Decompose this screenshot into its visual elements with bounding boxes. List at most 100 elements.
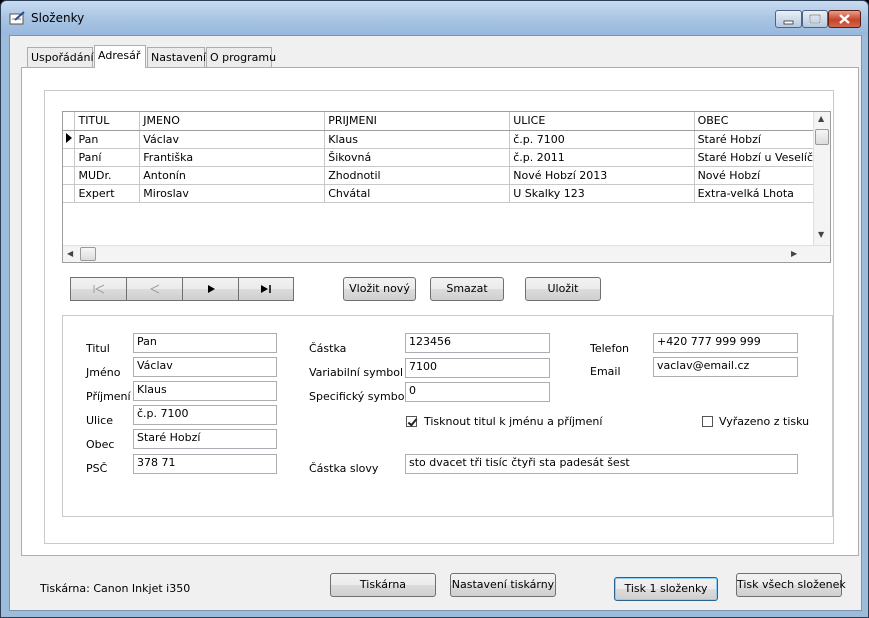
table-row[interactable]: Pan Václav Klaus č.p. 7100 Staré Hobzí: [63, 130, 830, 149]
current-row-arrow-icon: [66, 132, 72, 143]
table-cell[interactable]: Václav: [139, 130, 326, 149]
label-titul: Titul: [86, 342, 110, 355]
scroll-down-icon[interactable]: ▼: [818, 230, 824, 239]
table-cell[interactable]: č.p. 2011: [509, 148, 695, 167]
row-indicator: [63, 166, 76, 185]
insert-new-button[interactable]: Vložit nový: [343, 277, 416, 301]
table-cell[interactable]: Antonín: [139, 166, 326, 185]
table-cell[interactable]: Staré Hobzí u Veselíčka: [694, 148, 830, 167]
table-row[interactable]: Expert Miroslav Chvátal U Skalky 123 Ext…: [63, 184, 830, 203]
close-icon: [839, 14, 850, 24]
table-cell[interactable]: Chvátal: [324, 184, 511, 203]
tab-adresar[interactable]: Adresář: [94, 45, 146, 68]
variabilni-symbol-field[interactable]: 7100: [405, 358, 550, 378]
delete-button[interactable]: Smazat: [430, 277, 504, 301]
jmeno-field[interactable]: Václav: [133, 357, 277, 377]
table-cell[interactable]: Miroslav: [139, 184, 326, 203]
address-grid[interactable]: TITUL JMENO PRIJMENI ULICE OBEC Pan Václ…: [62, 111, 831, 263]
telefon-field[interactable]: +420 777 999 999: [653, 333, 798, 353]
scroll-right-icon[interactable]: ▶: [791, 249, 797, 258]
grid-column-header[interactable]: TITUL: [74, 112, 141, 131]
grid-vertical-scrollbar[interactable]: ▲ ▼: [813, 112, 830, 245]
print-all-button[interactable]: Tisk všech složenek: [736, 573, 846, 597]
printer-settings-button[interactable]: Nastavení tiskárny: [450, 573, 556, 597]
label-castka: Částka: [309, 342, 347, 355]
close-button[interactable]: [828, 10, 861, 28]
table-cell[interactable]: Zhodnotil: [324, 166, 511, 185]
previous-record-icon: [149, 284, 159, 294]
minimize-icon: [783, 20, 794, 25]
print-title-label[interactable]: Tisknout titul k jménu a příjmení: [424, 415, 602, 428]
nav-last-button[interactable]: [238, 277, 294, 301]
label-telefon: Telefon: [590, 342, 630, 355]
print-title-checkbox[interactable]: [406, 416, 417, 427]
first-record-icon: [93, 284, 104, 294]
maximize-icon: [809, 14, 821, 24]
tab-o-programu[interactable]: O programu: [206, 47, 276, 67]
label-psc: PSČ: [86, 462, 108, 475]
vertical-scroll-thumb[interactable]: [815, 129, 829, 145]
scroll-left-icon[interactable]: ◀: [67, 249, 73, 258]
table-cell[interactable]: Klaus: [324, 130, 511, 149]
next-record-icon: [207, 285, 215, 293]
table-cell[interactable]: Nové Hobzí 2013: [509, 166, 695, 185]
table-cell[interactable]: Expert: [74, 184, 141, 203]
castka-field[interactable]: 123456: [405, 333, 550, 353]
email-field[interactable]: vaclav@email.cz: [653, 357, 798, 377]
table-row[interactable]: Paní Františka Šikovná č.p. 2011 Staré H…: [63, 148, 830, 167]
grid-column-header[interactable]: PRIJMENI: [324, 112, 511, 131]
table-row[interactable]: MUDr. Antonín Zhodnotil Nové Hobzí 2013 …: [63, 166, 830, 185]
nav-prev-button[interactable]: [126, 277, 183, 301]
tab-usporadani[interactable]: Uspořádání: [27, 47, 94, 67]
specificky-symbol-field[interactable]: 0: [405, 382, 550, 402]
title-bar[interactable]: Složenky: [1, 1, 868, 35]
obec-field[interactable]: Staré Hobzí: [133, 429, 277, 449]
label-email: Email: [590, 365, 621, 378]
last-record-icon: [261, 285, 271, 293]
grid-header-indicator: [63, 112, 76, 131]
grid-column-header[interactable]: OBEC: [694, 112, 830, 131]
excluded-label[interactable]: Vyřazeno z tisku: [719, 415, 809, 428]
table-cell[interactable]: Františka: [139, 148, 326, 167]
grid-table: TITUL JMENO PRIJMENI ULICE OBEC Pan Václ…: [63, 112, 830, 203]
table-cell[interactable]: č.p. 7100: [509, 130, 695, 149]
table-cell[interactable]: MUDr.: [74, 166, 141, 185]
scroll-up-icon[interactable]: ▲: [818, 114, 824, 123]
label-obec: Obec: [86, 438, 115, 451]
table-cell[interactable]: Paní: [74, 148, 141, 167]
nav-first-button[interactable]: [70, 277, 127, 301]
window-title: Složenky: [31, 11, 85, 25]
maximize-button[interactable]: [802, 10, 828, 28]
grid-column-header[interactable]: JMENO: [139, 112, 326, 131]
table-cell[interactable]: Staré Hobzí: [694, 130, 830, 149]
row-indicator: [63, 130, 76, 149]
label-castka-slovy: Částka slovy: [309, 462, 379, 475]
main-client-area: Uspořádání Adresář Nastavení O programu …: [9, 35, 862, 611]
nav-next-button[interactable]: [182, 277, 239, 301]
table-cell[interactable]: Extra-velká Lhota: [694, 184, 830, 203]
castka-slovy-field[interactable]: sto dvacet tři tisíc čtyři sta padesát š…: [405, 454, 798, 474]
table-cell[interactable]: U Skalky 123: [509, 184, 695, 203]
label-jmeno: Jméno: [86, 366, 121, 379]
grid-horizontal-scrollbar[interactable]: ◀ ▶: [63, 245, 830, 262]
table-cell[interactable]: Pan: [74, 130, 141, 149]
printer-button[interactable]: Tiskárna: [330, 573, 436, 597]
minimize-button[interactable]: [775, 10, 802, 28]
titul-field[interactable]: Pan: [133, 333, 277, 353]
table-cell[interactable]: Šikovná: [324, 148, 511, 167]
row-indicator: [63, 184, 76, 203]
horizontal-scroll-thumb[interactable]: [80, 247, 96, 261]
grid-header-row: TITUL JMENO PRIJMENI ULICE OBEC: [63, 112, 830, 131]
app-icon: [9, 11, 25, 25]
excluded-checkbox[interactable]: [702, 416, 713, 427]
psc-field[interactable]: 378 71: [133, 454, 277, 474]
table-cell[interactable]: Nové Hobzí: [694, 166, 830, 185]
print-one-button[interactable]: Tisk 1 složenky: [614, 577, 718, 601]
tab-nastaveni[interactable]: Nastavení: [147, 47, 206, 67]
prijmeni-field[interactable]: Klaus: [133, 381, 277, 401]
save-button[interactable]: Uložit: [525, 277, 601, 301]
label-ulice: Ulice: [86, 414, 113, 427]
ulice-field[interactable]: č.p. 7100: [133, 405, 277, 425]
printer-status: Tiskárna: Canon Inkjet i350: [40, 582, 191, 595]
grid-column-header[interactable]: ULICE: [509, 112, 695, 131]
